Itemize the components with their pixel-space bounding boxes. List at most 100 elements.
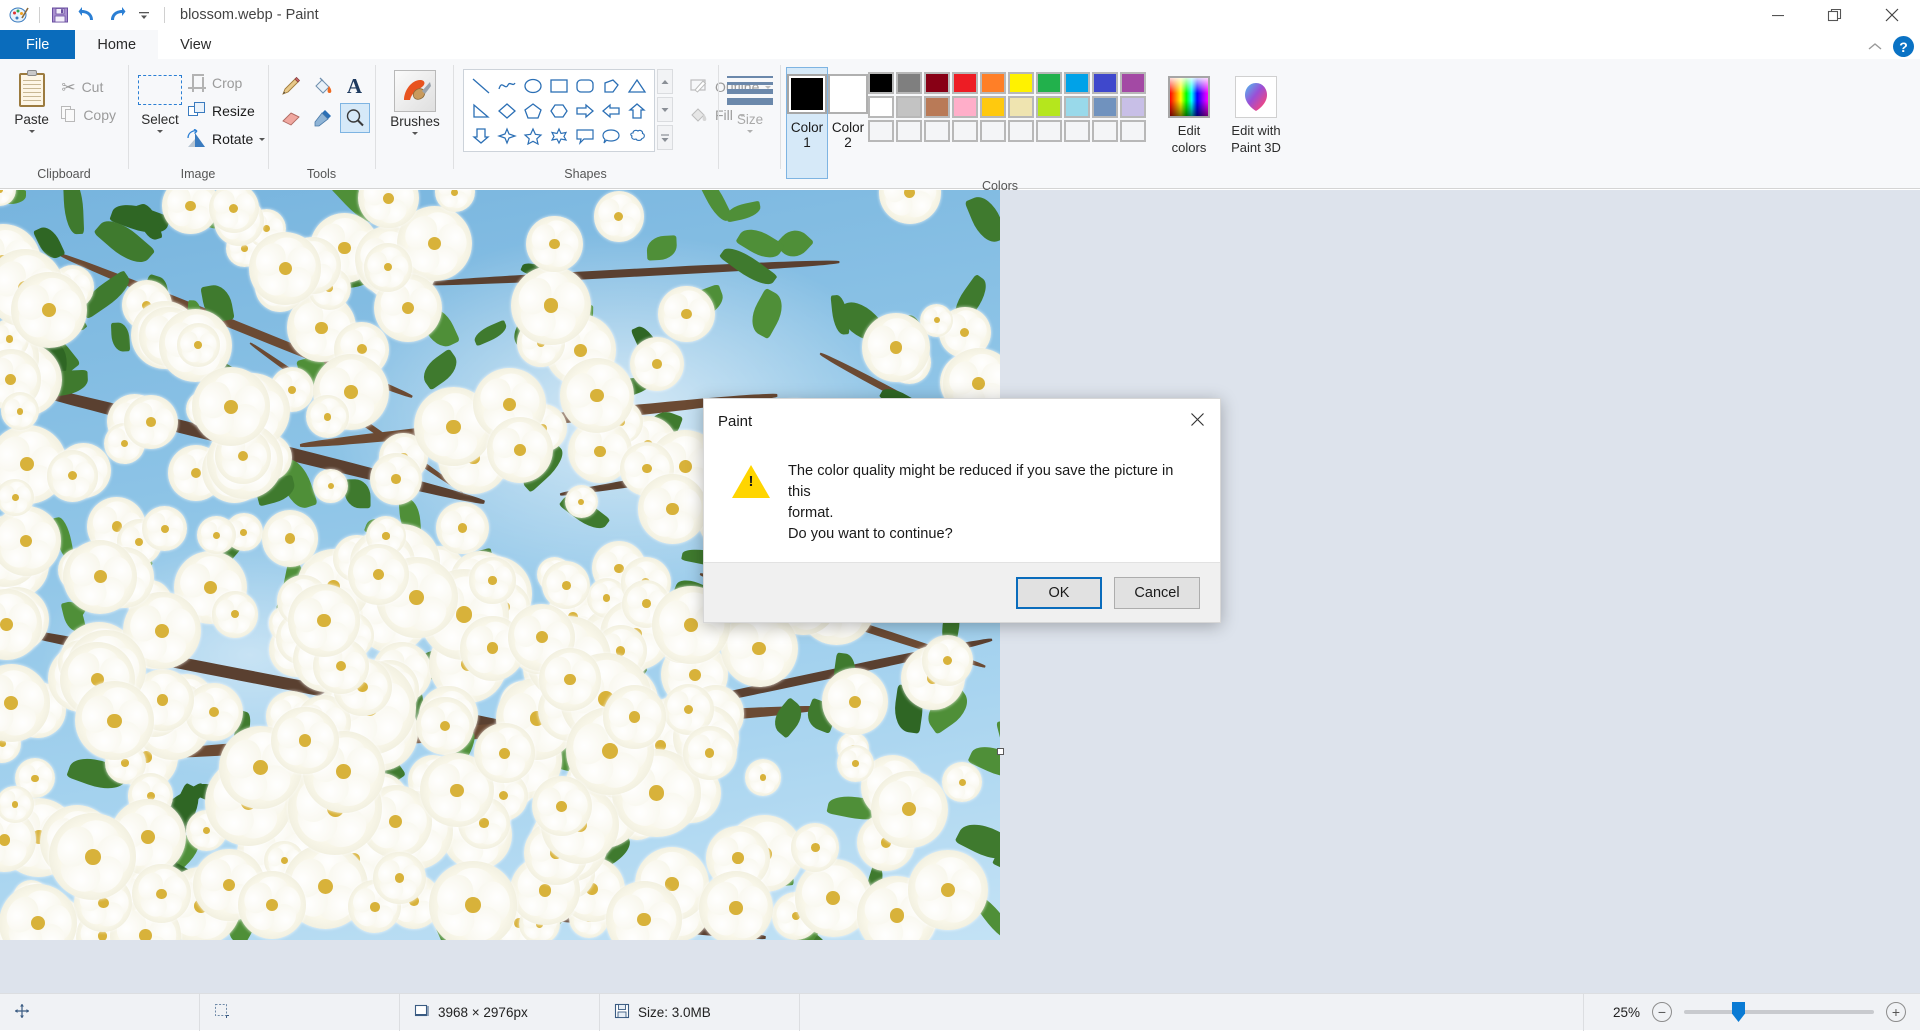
palette-swatch-r3-c9[interactable]	[1092, 120, 1118, 142]
shape-down-arrow[interactable]	[468, 123, 494, 148]
palette-swatch-r2-c1[interactable]	[868, 96, 894, 118]
pencil-icon[interactable]	[276, 71, 306, 101]
shape-six-point-star[interactable]	[546, 123, 572, 148]
cancel-button[interactable]: Cancel	[1114, 577, 1200, 609]
shapes-scroll-up-icon[interactable]	[657, 69, 673, 94]
undo-icon[interactable]	[75, 3, 101, 27]
zoom-in-button[interactable]: +	[1886, 1002, 1906, 1022]
edit-colors-button[interactable]: Edit colors	[1160, 73, 1218, 155]
palette-swatch-r3-c7[interactable]	[1036, 120, 1062, 142]
eraser-icon[interactable]	[276, 103, 306, 133]
shape-rectangular-callout[interactable]	[572, 123, 598, 148]
palette-swatch-r2-c2[interactable]	[896, 96, 922, 118]
color-picker-icon[interactable]	[308, 103, 338, 133]
palette-swatch-r3-c10[interactable]	[1120, 120, 1146, 142]
palette-swatch-r2-c7[interactable]	[1036, 96, 1062, 118]
dialog-close-icon[interactable]	[1174, 399, 1220, 439]
shape-left-arrow[interactable]	[598, 98, 624, 123]
help-icon[interactable]: ?	[1893, 36, 1914, 57]
palette-swatch-r2-c4[interactable]	[952, 96, 978, 118]
leaf	[647, 235, 678, 260]
close-button[interactable]	[1863, 0, 1920, 30]
palette-swatch-r2-c9[interactable]	[1092, 96, 1118, 118]
shape-oval-callout[interactable]	[598, 123, 624, 148]
tab-view[interactable]: View	[158, 30, 233, 59]
shape-curve[interactable]	[494, 73, 520, 98]
redo-icon[interactable]	[103, 3, 129, 27]
shape-five-point-star[interactable]	[520, 123, 546, 148]
resize-button[interactable]: Resize	[184, 97, 269, 125]
palette-swatch-r1-c8[interactable]	[1064, 72, 1090, 94]
rotate-dropdown-icon[interactable]	[259, 138, 265, 141]
palette-swatch-r1-c10[interactable]	[1120, 72, 1146, 94]
restore-button[interactable]	[1806, 0, 1863, 30]
palette-swatch-r1-c7[interactable]	[1036, 72, 1062, 94]
zoom-slider[interactable]	[1684, 1002, 1874, 1022]
palette-swatch-r1-c4[interactable]	[952, 72, 978, 94]
palette-swatch-r2-c3[interactable]	[924, 96, 950, 118]
palette-swatch-r1-c2[interactable]	[896, 72, 922, 94]
save-icon[interactable]	[47, 3, 73, 27]
palette-swatch-r2-c6[interactable]	[1008, 96, 1034, 118]
shape-line[interactable]	[468, 73, 494, 98]
palette-swatch-r1-c9[interactable]	[1092, 72, 1118, 94]
palette-swatch-r3-c6[interactable]	[1008, 120, 1034, 142]
shape-rectangle[interactable]	[546, 73, 572, 98]
shape-triangle[interactable]	[624, 73, 650, 98]
shape-pentagon[interactable]	[520, 98, 546, 123]
palette-swatch-r1-c6[interactable]	[1008, 72, 1034, 94]
select-dropdown-icon[interactable]	[157, 130, 163, 133]
shapes-scroll-down-icon[interactable]	[657, 97, 673, 122]
palette-swatch-r2-c8[interactable]	[1064, 96, 1090, 118]
tab-home[interactable]: Home	[75, 30, 158, 59]
crop-button[interactable]: Crop	[184, 69, 269, 97]
size-dropdown-icon[interactable]	[747, 130, 753, 133]
shape-oval[interactable]	[520, 73, 546, 98]
zoom-slider-thumb[interactable]	[1732, 1002, 1745, 1022]
copy-button[interactable]: Copy	[57, 101, 120, 129]
palette-swatch-r3-c8[interactable]	[1064, 120, 1090, 142]
cursor-position-icon	[14, 1003, 30, 1022]
palette-swatch-r3-c5[interactable]	[980, 120, 1006, 142]
rotate-button[interactable]: Rotate	[184, 125, 269, 153]
customize-qat-icon[interactable]	[131, 3, 157, 27]
palette-swatch-r2-c10[interactable]	[1120, 96, 1146, 118]
palette-swatch-r2-c5[interactable]	[980, 96, 1006, 118]
palette-swatch-r3-c2[interactable]	[896, 120, 922, 142]
brushes-dropdown-icon[interactable]	[412, 132, 418, 135]
paste-dropdown-icon[interactable]	[29, 130, 35, 133]
magnifier-icon[interactable]	[340, 103, 370, 133]
text-icon[interactable]: A	[340, 71, 370, 101]
color-2-button[interactable]: Color 2	[828, 67, 868, 150]
shapes-expand-icon[interactable]	[657, 125, 673, 150]
shape-diamond[interactable]	[494, 98, 520, 123]
shape-polygon[interactable]	[598, 73, 624, 98]
palette-swatch-r1-c5[interactable]	[980, 72, 1006, 94]
edit-with-paint3d-button[interactable]: Edit with Paint 3D	[1218, 73, 1294, 155]
shape-four-point-star[interactable]	[494, 123, 520, 148]
shape-right-arrow[interactable]	[572, 98, 598, 123]
shape-cloud-callout[interactable]	[624, 123, 650, 148]
fill-with-color-icon[interactable]	[308, 71, 338, 101]
select-button[interactable]: Select	[138, 67, 182, 133]
palette-swatch-r1-c3[interactable]	[924, 72, 950, 94]
canvas-resize-handle-right[interactable]	[997, 748, 1004, 755]
collapse-ribbon-icon[interactable]	[1867, 41, 1883, 53]
shape-hexagon[interactable]	[546, 98, 572, 123]
paste-button[interactable]: Paste	[10, 67, 53, 133]
brushes-button[interactable]: Brushes	[385, 67, 445, 135]
shape-rounded-rectangle[interactable]	[572, 73, 598, 98]
size-button[interactable]: Size	[727, 67, 773, 133]
cut-button[interactable]: ✂ Cut	[57, 73, 120, 101]
palette-swatch-r3-c4[interactable]	[952, 120, 978, 142]
shape-up-arrow[interactable]	[624, 98, 650, 123]
zoom-out-button[interactable]: −	[1652, 1002, 1672, 1022]
palette-swatch-r3-c3[interactable]	[924, 120, 950, 142]
tab-file[interactable]: File	[0, 30, 75, 59]
palette-swatch-r1-c1[interactable]	[868, 72, 894, 94]
shape-right-triangle[interactable]	[468, 98, 494, 123]
palette-swatch-r3-c1[interactable]	[868, 120, 894, 142]
minimize-button[interactable]	[1749, 0, 1806, 30]
color-1-button[interactable]: Color 1	[786, 67, 828, 179]
ok-button[interactable]: OK	[1016, 577, 1102, 609]
